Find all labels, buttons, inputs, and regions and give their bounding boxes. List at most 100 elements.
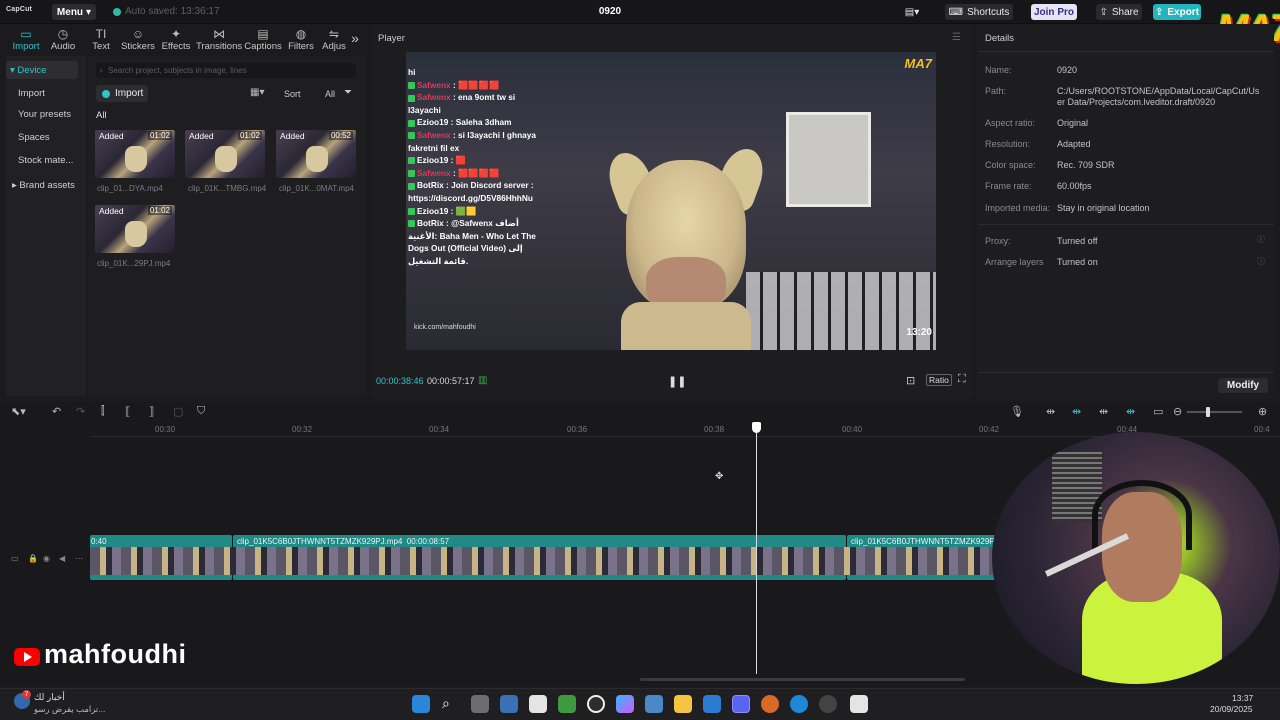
pause-icon[interactable]: ❚❚ <box>668 375 686 388</box>
search-placeholder: Search project, subjects in image, lines <box>108 66 247 75</box>
microphone-icon[interactable]: 🎙 <box>1010 405 1024 418</box>
tool-import[interactable]: ▭ Import <box>6 24 46 52</box>
brave-icon[interactable] <box>761 695 779 713</box>
store-icon[interactable] <box>645 695 663 713</box>
auto-snap-icon[interactable]: ⇹ <box>1126 405 1135 418</box>
sidebar-item-spaces[interactable]: Spaces <box>6 128 78 146</box>
discord-icon[interactable] <box>732 695 750 713</box>
split-left-icon[interactable]: ⟦ <box>125 405 130 418</box>
autosave-status: Auto saved: 13:36:17 <box>113 6 220 17</box>
zoom-slider[interactable] <box>1187 411 1242 413</box>
speaker-icon[interactable]: ◀ <box>59 554 65 563</box>
folder-icon[interactable] <box>674 695 692 713</box>
playhead[interactable] <box>756 424 757 674</box>
clock-time[interactable]: 13:37 <box>1232 693 1253 703</box>
clip-name: clip_01K...0MAT.mp4 <box>279 184 354 193</box>
media-clip[interactable]: Added 00:52 <box>276 130 356 178</box>
zoom-out-icon[interactable]: ⊖ <box>1173 405 1182 418</box>
redo-icon[interactable]: ↷ <box>76 405 85 418</box>
zoom-fit-icon[interactable]: ⊕ <box>1258 405 1267 418</box>
edge-icon[interactable] <box>790 695 808 713</box>
sidebar-item-import[interactable]: Import <box>6 84 78 102</box>
tool-audio[interactable]: ◷ Audio <box>43 24 83 52</box>
ratio-button[interactable]: Ratio <box>926 374 952 386</box>
shield-icon[interactable]: ⛉ <box>197 405 205 418</box>
tool-filters[interactable]: ◍ Filters <box>281 24 321 52</box>
search-icon[interactable]: ⌕ <box>442 695 450 712</box>
waveform-icon[interactable]: ▥ <box>478 375 487 386</box>
capcut-active-icon[interactable] <box>850 695 868 713</box>
windows-start-icon[interactable] <box>412 695 430 713</box>
search-input[interactable]: ⌕ Search project, subjects in image, line… <box>96 63 356 78</box>
task-view-icon[interactable] <box>471 695 489 713</box>
media-clip[interactable]: Added 01:02 <box>95 130 175 178</box>
news-title[interactable]: أخبار لك <box>34 692 65 703</box>
tool-label: Filters <box>288 41 314 52</box>
hamburger-icon[interactable]: ☰ <box>952 32 961 43</box>
sort-button[interactable]: Sort <box>284 89 301 99</box>
filter-all-button[interactable]: All <box>325 89 335 99</box>
remote-icon[interactable] <box>500 695 518 713</box>
tool-stickers[interactable]: ☺ Stickers <box>118 24 158 52</box>
split-icon[interactable]: ⫿ <box>101 405 105 418</box>
filter-icon[interactable]: ⏷ <box>344 87 352 98</box>
join-pro-button[interactable]: Join Pro <box>1031 4 1077 20</box>
tool-captions[interactable]: ▤ Captions <box>242 24 284 52</box>
caption-icon[interactable]: ▭ <box>1153 405 1163 418</box>
audio-icon: ◷ <box>57 27 69 41</box>
copilot-icon[interactable] <box>616 695 634 713</box>
settings-icon[interactable] <box>819 695 837 713</box>
sidebar-item-presets[interactable]: Your presets <box>6 105 78 123</box>
vscode-icon[interactable] <box>703 695 721 713</box>
screenshot-icon[interactable]: ⊡ <box>906 374 915 387</box>
media-clip[interactable]: Added 01:02 <box>95 205 175 253</box>
sidebar-item-stock[interactable]: Stock mate... <box>6 151 78 169</box>
obs-icon[interactable] <box>587 695 605 713</box>
layout-icon[interactable]: ▤▾ <box>900 4 924 20</box>
playhead-handle[interactable] <box>752 422 761 433</box>
magnet-icon[interactable]: ⇹ <box>1072 405 1081 418</box>
preview-axis-icon[interactable]: ⇹ <box>1099 405 1108 418</box>
shortcuts-button[interactable]: ⌨ Shortcuts <box>945 4 1013 20</box>
sidebar-item-device[interactable]: ▾ Device <box>6 61 78 79</box>
zoom-slider-handle[interactable] <box>1206 407 1210 417</box>
import-button[interactable]: Import <box>96 85 148 102</box>
info-icon[interactable]: ⓘ <box>1257 234 1265 245</box>
select-cursor-icon[interactable]: ⬉▾ <box>11 405 26 418</box>
eye-icon[interactable]: ◉ <box>43 554 50 563</box>
more-tools-icon[interactable]: » <box>346 30 364 46</box>
tool-effects[interactable]: ✦ Effects <box>156 24 196 52</box>
autosave-text: Auto saved: 13:36:17 <box>125 6 220 17</box>
video-preview[interactable]: hi Safwenx : 🟥🟥🟥🟥 Safwenx : ena 9omt tw … <box>406 52 936 350</box>
more-icon[interactable]: ⋯ <box>75 554 83 563</box>
timeline-scrollbar[interactable] <box>640 678 965 681</box>
news-headline[interactable]: ترامب يفرض رسو... <box>34 704 105 715</box>
clock-date[interactable]: 20/09/2025 <box>1210 704 1253 714</box>
lock-icon[interactable]: 🔒 <box>28 554 38 563</box>
android-icon[interactable] <box>558 695 576 713</box>
added-badge: Added <box>99 131 124 141</box>
captions-icon: ▤ <box>257 27 269 41</box>
delete-icon[interactable]: ▢ <box>173 405 183 418</box>
grid-view-icon[interactable]: ▦▾ <box>250 87 264 98</box>
chat-user: Safwenx <box>417 79 451 90</box>
tool-transitions[interactable]: ⋈ Transitions <box>196 24 242 52</box>
menu-button[interactable]: Menu ▾ <box>52 4 96 20</box>
track-cover-icon[interactable]: ▭ <box>11 554 19 563</box>
capcut-icon[interactable] <box>529 695 547 713</box>
info-icon[interactable]: ⓘ <box>1257 256 1265 267</box>
export-button[interactable]: ⇪ Export <box>1153 4 1201 20</box>
share-button[interactable]: ⇪ Share <box>1096 4 1142 20</box>
webcam-overlay <box>992 432 1280 684</box>
chat-user: Ezioo19 <box>417 205 449 216</box>
split-right-icon[interactable]: ⟧ <box>149 405 154 418</box>
fullscreen-icon[interactable]: ⛶ <box>958 373 966 386</box>
media-clip[interactable]: Added 01:02 <box>185 130 265 178</box>
link-icon[interactable]: ⇹ <box>1046 405 1055 418</box>
tool-text[interactable]: TI Text <box>81 24 121 52</box>
sidebar-item-brand[interactable]: ▸ Brand assets <box>6 176 78 194</box>
modify-button[interactable]: Modify <box>1218 378 1268 393</box>
undo-icon[interactable]: ↶ <box>52 405 61 418</box>
chat-text: : 🟥 <box>448 155 467 166</box>
tool-bar: ▭ Import ◷ Audio TI Text ☺ Stickers ✦ Effects… <box>6 24 366 54</box>
